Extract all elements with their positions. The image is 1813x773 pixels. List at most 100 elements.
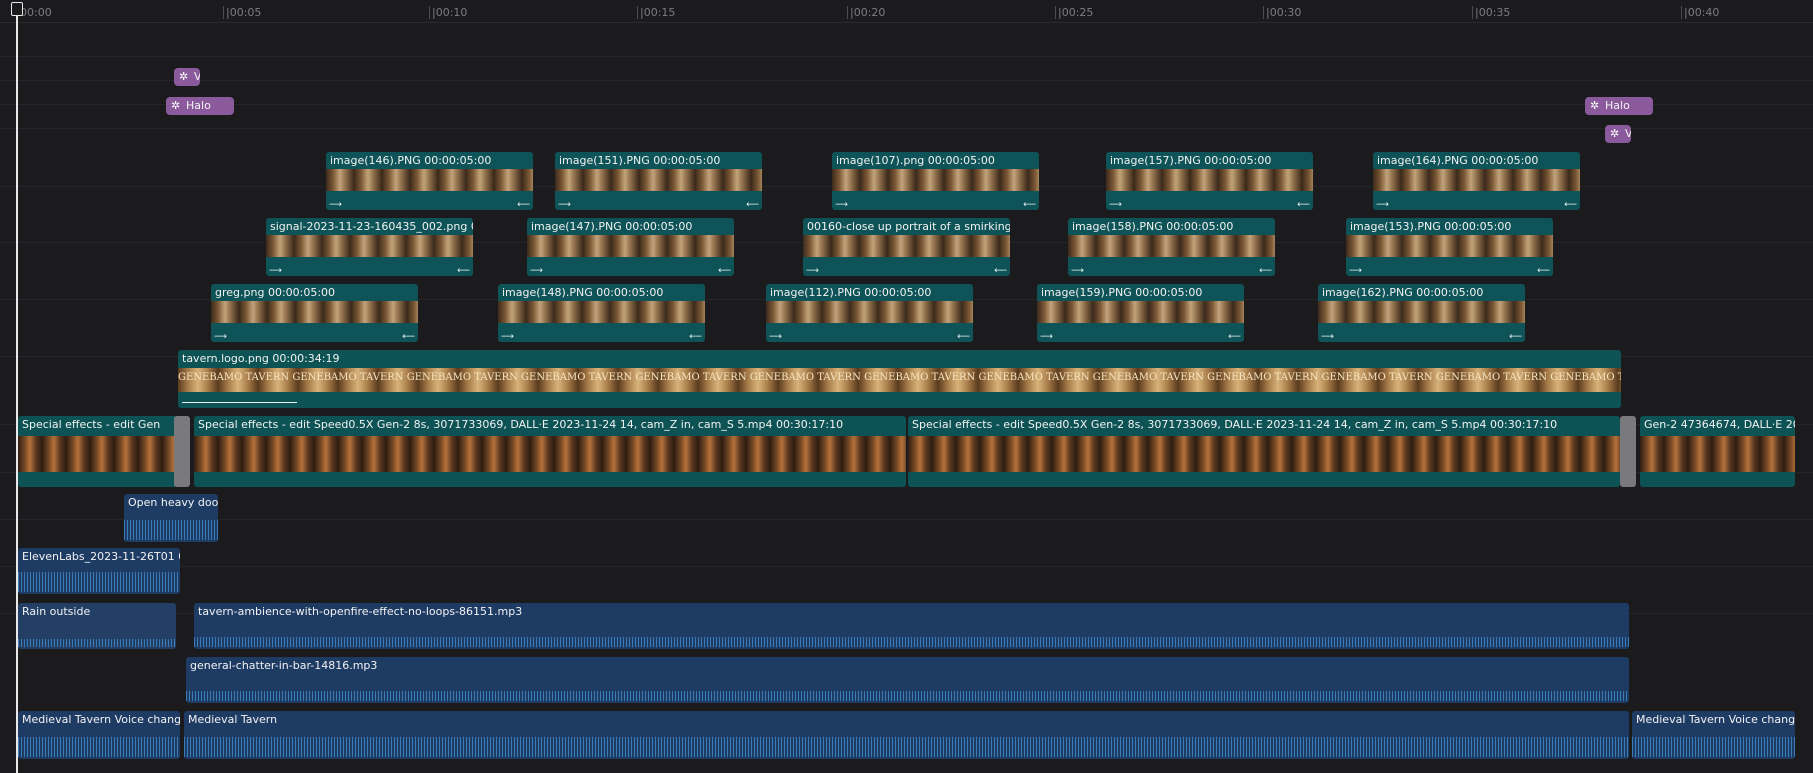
image-clip[interactable]: image(153).PNG 00:00:05:00 ⟶ ⟵ <box>1346 218 1553 276</box>
image-clip[interactable]: image(162).PNG 00:00:05:00 ⟶ ⟵ <box>1318 284 1525 342</box>
fade-in-arrow-icon[interactable]: ⟶ <box>269 267 282 276</box>
image-clip[interactable]: image(147).PNG 00:00:05:00 ⟶ ⟵ <box>527 218 734 276</box>
clip-label: tavern.logo.png 00:00:34:19 <box>182 352 340 365</box>
fade-in-arrow-icon[interactable]: ⟶ <box>1109 201 1122 210</box>
image-clip[interactable]: image(158).PNG 00:00:05:00 ⟶ ⟵ <box>1068 218 1275 276</box>
fade-in-arrow-icon[interactable]: ⟶ <box>530 267 543 276</box>
clip-label: image(107).png 00:00:05:00 <box>836 154 995 167</box>
transition-handle[interactable] <box>174 416 190 487</box>
fade-out-arrow-icon[interactable]: ⟵ <box>746 201 759 210</box>
clip-label: ElevenLabs_2023-11-26T01 00 <box>22 550 180 563</box>
fade-in-arrow-icon[interactable]: ⟶ <box>558 201 571 210</box>
waveform <box>18 737 180 757</box>
clip-label: Rain outside <box>22 605 91 618</box>
image-clip[interactable]: image(148).PNG 00:00:05:00 ⟶ ⟵ <box>498 284 705 342</box>
video-clip[interactable]: Special effects - edit Gen <box>18 416 178 487</box>
effect-clip[interactable]: ✲ V <box>174 68 200 86</box>
sparkle-icon: ✲ <box>171 99 181 112</box>
clip-label: image(157).PNG 00:00:05:00 <box>1110 154 1272 167</box>
fade-out-arrow-icon[interactable]: ⟵ <box>1537 267 1550 276</box>
clip-label: image(159).PNG 00:00:05:00 <box>1041 286 1203 299</box>
fade-out-arrow-icon[interactable]: ⟵ <box>457 267 470 276</box>
fade-out-arrow-icon[interactable]: ⟵ <box>718 267 731 276</box>
clip-label: image(148).PNG 00:00:05:00 <box>502 286 664 299</box>
video-clip[interactable]: Special effects - edit Speed0.5X Gen-2 8… <box>194 416 906 487</box>
audio-clip[interactable]: Rain outside <box>18 603 176 649</box>
fade-out-arrow-icon[interactable]: ⟵ <box>1023 201 1036 210</box>
fade-out-arrow-icon[interactable]: ⟵ <box>689 333 702 342</box>
image-clip[interactable]: image(164).PNG 00:00:05:00 ⟶ ⟵ <box>1373 152 1580 210</box>
clip-label: Special effects - edit Gen <box>22 418 161 431</box>
image-clip[interactable]: 00160-close up portrait of a smirking fi… <box>803 218 1010 276</box>
image-clip[interactable]: image(146).PNG 00:00:05:00 ⟶ ⟵ <box>326 152 533 210</box>
image-clip[interactable]: image(151).PNG 00:00:05:00 ⟶ ⟵ <box>555 152 762 210</box>
fade-in-arrow-icon[interactable]: ⟶ <box>835 201 848 210</box>
fade-out-arrow-icon[interactable]: ⟵ <box>1509 333 1522 342</box>
fade-in-arrow-icon[interactable]: ⟶ <box>501 333 514 342</box>
logo-image-clip[interactable]: tavern.logo.png 00:00:34:19 GENEBAMO TAV… <box>178 350 1621 408</box>
fade-out-arrow-icon[interactable]: ⟵ <box>1228 333 1241 342</box>
image-clip[interactable]: greg.png 00:00:05:00 ⟶ ⟵ <box>211 284 418 342</box>
effect-clip[interactable]: ✲ Halo <box>166 97 234 115</box>
thumbnail-strip <box>326 169 533 191</box>
thumbnail-strip <box>1318 301 1525 323</box>
waveform <box>186 691 1629 701</box>
audio-clip[interactable]: Medieval Tavern Voice change <box>18 711 180 759</box>
fade-in-arrow-icon[interactable]: ⟶ <box>1376 201 1389 210</box>
fade-in-arrow-icon[interactable]: ⟶ <box>1349 267 1362 276</box>
effect-clip[interactable]: ✲ V <box>1605 125 1631 143</box>
time-ruler[interactable]: 00:00 |00:05 |00:10 |00:15 |00:20 |00:25… <box>0 0 1813 23</box>
audio-clip[interactable]: Open heavy door <box>124 494 218 542</box>
fade-in-arrow-icon[interactable]: ⟶ <box>1321 333 1334 342</box>
clip-label: image(146).PNG 00:00:05:00 <box>330 154 492 167</box>
thumbnail-strip <box>803 235 1010 257</box>
audio-clip[interactable]: ElevenLabs_2023-11-26T01 00 <box>18 548 180 594</box>
clip-label: tavern-ambience-with-openfire-effect-no-… <box>198 605 523 618</box>
fade-in-arrow-icon[interactable]: ⟶ <box>214 333 227 342</box>
clip-label: image(158).PNG 00:00:05:00 <box>1072 220 1234 233</box>
fade-out-arrow-icon[interactable]: ⟵ <box>517 201 530 210</box>
clip-label: Special effects - edit Speed0.5X Gen-2 8… <box>198 418 844 431</box>
image-clip[interactable]: image(107).png 00:00:05:00 ⟶ ⟵ <box>832 152 1039 210</box>
thumbnail-strip <box>527 235 734 257</box>
playhead[interactable] <box>16 8 18 773</box>
fade-in-arrow-icon[interactable]: ⟶ <box>769 333 782 342</box>
fade-out-arrow-icon[interactable]: ⟵ <box>957 333 970 342</box>
effect-clip[interactable]: ✲ Halo <box>1585 97 1653 115</box>
fade-in-arrow-icon[interactable]: ⟶ <box>806 267 819 276</box>
video-clip[interactable]: Special effects - edit Speed0.5X Gen-2 8… <box>908 416 1620 487</box>
image-clip[interactable]: signal-2023-11-23-160435_002.png 0 ⟶ ⟵ <box>266 218 473 276</box>
fade-out-arrow-icon[interactable]: ⟵ <box>1564 201 1577 210</box>
clip-label: greg.png 00:00:05:00 <box>215 286 336 299</box>
waveform <box>194 637 1629 647</box>
thumbnail-strip <box>555 169 762 191</box>
image-clip[interactable]: image(159).PNG 00:00:05:00 ⟶ ⟵ <box>1037 284 1244 342</box>
thumbnail-strip <box>18 436 178 472</box>
fade-in-arrow-icon[interactable]: ⟶ <box>329 201 342 210</box>
fade-out-arrow-icon[interactable]: ⟵ <box>994 267 1007 276</box>
timeline-panel[interactable]: 00:00 |00:05 |00:10 |00:15 |00:20 |00:25… <box>0 0 1813 773</box>
fade-in-arrow-icon[interactable]: ⟶ <box>1040 333 1053 342</box>
playhead-handle[interactable] <box>11 2 23 16</box>
transition-handle[interactable] <box>1620 416 1636 487</box>
fade-in-arrow-icon[interactable]: ⟶ <box>1071 267 1084 276</box>
clip-label: V <box>194 70 200 83</box>
ruler-tick: |00:05 <box>222 6 262 19</box>
audio-clip[interactable]: tavern-ambience-with-openfire-effect-no-… <box>194 603 1629 649</box>
audio-clip[interactable]: general-chatter-in-bar-14816.mp3 <box>186 657 1629 703</box>
image-clip[interactable]: image(112).PNG 00:00:05:00 ⟶ ⟵ <box>766 284 973 342</box>
audio-clip[interactable]: Medieval Tavern <box>184 711 1629 759</box>
logo-overlay-text: GENEBAMO TAVERN GENEBAMO TAVERN GENEBAMO… <box>178 372 1621 383</box>
fade-out-arrow-icon[interactable]: ⟵ <box>402 333 415 342</box>
track-divider <box>0 519 1813 520</box>
ruler-tick: |00:35 <box>1471 6 1511 19</box>
ruler-tick: |00:40 <box>1680 6 1720 19</box>
audio-clip[interactable]: Medieval Tavern Voice change <box>1632 711 1795 759</box>
fade-out-arrow-icon[interactable]: ⟵ <box>1297 201 1310 210</box>
fade-out-arrow-icon[interactable]: ⟵ <box>1259 267 1272 276</box>
thumbnail-strip <box>498 301 705 323</box>
clip-label: Halo <box>186 99 211 112</box>
video-clip[interactable]: Gen-2 47364674, DALL·E 20 <box>1640 416 1795 487</box>
image-clip[interactable]: image(157).PNG 00:00:05:00 ⟶ ⟵ <box>1106 152 1313 210</box>
clip-label: image(112).PNG 00:00:05:00 <box>770 286 932 299</box>
